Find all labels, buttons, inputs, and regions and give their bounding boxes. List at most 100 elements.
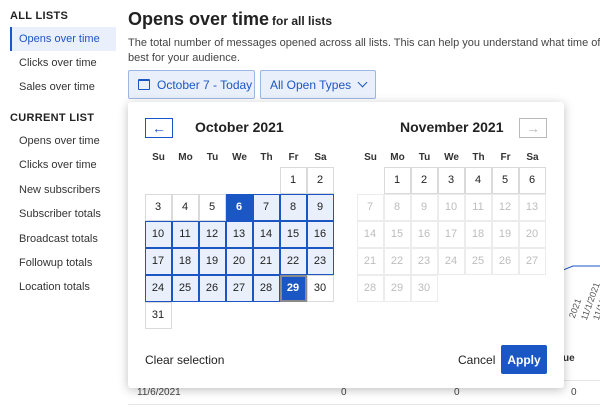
calendar-day-oct-24[interactable]: 24 <box>144 274 172 302</box>
weekday-header: Sa <box>526 152 539 163</box>
calendar-day-nov-2[interactable]: 2 <box>410 166 438 194</box>
calendar-day-nov-17: 17 <box>437 220 465 248</box>
date-range-label: October 7 - Today <box>157 77 253 92</box>
calendar-day-oct-3[interactable]: 3 <box>144 193 172 221</box>
page-description: The total number of messages opened acro… <box>128 36 600 66</box>
open-types-dropdown[interactable]: All Open Types <box>260 70 376 99</box>
page-subtitle: for all lists <box>272 14 333 28</box>
calendar-day-nov-11: 11 <box>464 193 492 221</box>
arrow-left-icon: ← <box>152 120 166 136</box>
calendar-day-nov-27: 27 <box>518 247 546 275</box>
weekday-header: Su <box>364 152 377 163</box>
chevron-down-icon <box>357 77 368 88</box>
cancel-button[interactable]: Cancel <box>458 353 495 367</box>
description-line-2: best for your audience. <box>128 52 240 64</box>
calendar-day-oct-13[interactable]: 13 <box>225 220 253 248</box>
calendar-day-oct-11[interactable]: 11 <box>171 220 199 248</box>
sidebar-item-all-sales[interactable]: Sales over time <box>10 75 116 99</box>
table-cell-value-3: 0 <box>571 387 577 398</box>
calendar-day-nov-30: 30 <box>410 274 438 302</box>
calendar-day-nov-3[interactable]: 3 <box>437 166 465 194</box>
date-range-picker: ← → October 2021 November 2021 Su Mo Tu … <box>128 102 564 388</box>
weekday-header: Tu <box>206 152 219 163</box>
calendar-day-nov-26: 26 <box>491 247 519 275</box>
open-types-label: All Open Types <box>270 77 352 92</box>
right-month-title: November 2021 <box>400 119 504 135</box>
calendar-day-oct-1[interactable]: 1 <box>279 166 307 194</box>
calendar-day-oct-12[interactable]: 12 <box>198 220 226 248</box>
calendar-day-oct-28[interactable]: 28 <box>252 274 280 302</box>
clear-selection-button[interactable]: Clear selection <box>145 353 224 367</box>
next-month-button[interactable]: → <box>519 118 547 138</box>
calendar-day-oct-5[interactable]: 5 <box>198 193 226 221</box>
sidebar-item-new-subscribers[interactable]: New subscribers <box>10 178 116 202</box>
calendar-day-oct-31[interactable]: 31 <box>144 301 172 329</box>
table-cell-value-2: 0 <box>454 387 460 398</box>
sidebar-item-opens[interactable]: Opens over time <box>10 129 116 153</box>
calendar-day-nov-15: 15 <box>383 220 411 248</box>
left-month-title: October 2021 <box>195 119 284 135</box>
calendar-day-oct-7[interactable]: 7 <box>252 193 280 221</box>
calendar-day-nov-1[interactable]: 1 <box>383 166 411 194</box>
calendar-day-oct-18[interactable]: 18 <box>171 247 199 275</box>
calendar-day-nov-8: 8 <box>383 193 411 221</box>
sidebar-item-broadcast-totals[interactable]: Broadcast totals <box>10 227 116 251</box>
table-divider <box>128 404 600 405</box>
calendar-day-nov-4[interactable]: 4 <box>464 166 492 194</box>
calendar-day-oct-4[interactable]: 4 <box>171 193 199 221</box>
calendar-day-oct-10[interactable]: 10 <box>144 220 172 248</box>
calendar-day-oct-2[interactable]: 2 <box>306 166 334 194</box>
calendar-day-oct-8[interactable]: 8 <box>279 193 307 221</box>
sidebar-item-followup-totals[interactable]: Followup totals <box>10 251 116 275</box>
previous-month-button[interactable]: ← <box>145 118 173 138</box>
calendar-day-oct-25[interactable]: 25 <box>171 274 199 302</box>
calendar-day-nov-25: 25 <box>464 247 492 275</box>
calendar-day-oct-22[interactable]: 22 <box>279 247 307 275</box>
calendar-day-nov-7: 7 <box>356 193 384 221</box>
calendar-day-oct-29[interactable]: 29 <box>279 274 307 302</box>
weekday-header: Su <box>152 152 165 163</box>
calendar-day-oct-17[interactable]: 17 <box>144 247 172 275</box>
sidebar-item-all-opens[interactable]: Opens over time <box>10 27 116 51</box>
calendar-icon <box>138 79 150 90</box>
calendar-day-nov-5[interactable]: 5 <box>491 166 519 194</box>
calendar-day-nov-22: 22 <box>383 247 411 275</box>
weekday-header: Mo <box>390 152 405 163</box>
calendar-day-nov-28: 28 <box>356 274 384 302</box>
calendar-day-oct-14[interactable]: 14 <box>252 220 280 248</box>
table-header-partial: ue <box>563 353 575 364</box>
weekday-header: We <box>232 152 247 163</box>
calendar-day-oct-30[interactable]: 30 <box>306 274 334 302</box>
weekday-header: Tu <box>418 152 431 163</box>
weekday-header: Fr <box>288 152 299 163</box>
calendar-day-oct-26[interactable]: 26 <box>198 274 226 302</box>
table-cell-value-1: 0 <box>341 387 347 398</box>
current-list-heading: CURRENT LIST <box>10 112 95 124</box>
weekday-header: Sa <box>314 152 327 163</box>
calendar-day-nov-10: 10 <box>437 193 465 221</box>
sidebar-item-all-clicks[interactable]: Clicks over time <box>10 51 116 75</box>
calendar-day-oct-23[interactable]: 23 <box>306 247 334 275</box>
calendar-day-nov-13: 13 <box>518 193 546 221</box>
calendar-day-oct-20[interactable]: 20 <box>225 247 253 275</box>
weekday-header: Fr <box>500 152 511 163</box>
sidebar: ALL LISTS Opens over time Clicks over ti… <box>0 0 116 413</box>
calendar-day-oct-16[interactable]: 16 <box>306 220 334 248</box>
sidebar-item-subscriber-totals[interactable]: Subscriber totals <box>10 202 116 226</box>
calendar-day-oct-21[interactable]: 21 <box>252 247 280 275</box>
sidebar-item-location-totals[interactable]: Location totals <box>10 275 116 299</box>
calendar-day-nov-24: 24 <box>437 247 465 275</box>
calendar-day-nov-19: 19 <box>491 220 519 248</box>
calendar-day-nov-6[interactable]: 6 <box>518 166 546 194</box>
calendar-day-oct-19[interactable]: 19 <box>198 247 226 275</box>
sidebar-item-clicks[interactable]: Clicks over time <box>10 153 116 177</box>
calendar-day-oct-6[interactable]: 6 <box>225 193 253 221</box>
calendar-day-oct-27[interactable]: 27 <box>225 274 253 302</box>
calendar-day-oct-9[interactable]: 9 <box>306 193 334 221</box>
apply-button[interactable]: Apply <box>501 345 547 374</box>
arrow-right-icon: → <box>526 120 540 136</box>
calendar-day-nov-21: 21 <box>356 247 384 275</box>
weekday-header: Mo <box>178 152 193 163</box>
date-range-button[interactable]: October 7 - Today <box>128 70 255 99</box>
calendar-day-oct-15[interactable]: 15 <box>279 220 307 248</box>
